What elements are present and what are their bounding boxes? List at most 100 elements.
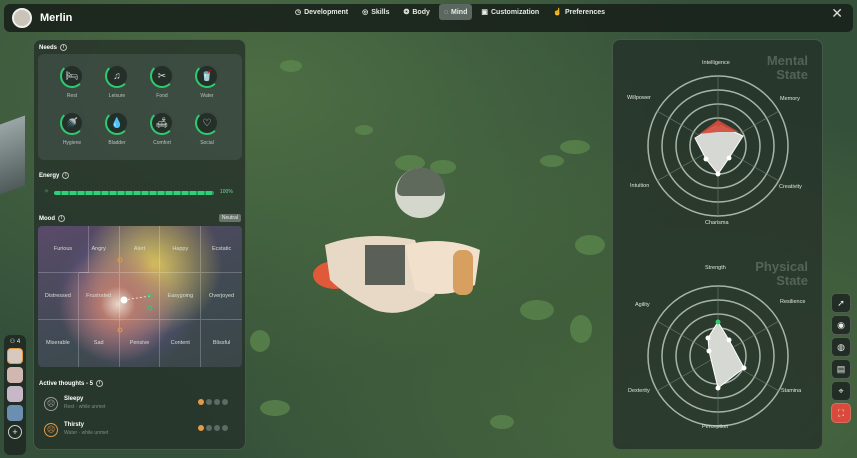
radar-label: Charisma bbox=[705, 220, 729, 226]
radar-point bbox=[715, 121, 721, 127]
thoughts-title: Active thoughts - 5 bbox=[39, 381, 94, 388]
info-icon[interactable]: i bbox=[62, 172, 70, 179]
sad-face-icon: ☹ bbox=[44, 423, 58, 437]
tab-mind[interactable]: ◌ Mind bbox=[438, 4, 473, 20]
need-leisure[interactable]: ♫ Leisure bbox=[97, 64, 137, 99]
tab-preferences[interactable]: ☝ Preferences bbox=[548, 4, 610, 20]
map-icon[interactable]: ▤ bbox=[831, 359, 851, 379]
radar-label: Perception bbox=[702, 424, 729, 430]
shirt-icon: ▣ bbox=[481, 9, 488, 16]
need-rest[interactable]: 🛏 Rest bbox=[52, 64, 92, 99]
radar-label: Dexterity bbox=[628, 388, 650, 394]
roster-count-value: 4 bbox=[16, 339, 21, 345]
radar-label: Intuition bbox=[630, 183, 650, 189]
roster-avatar[interactable] bbox=[7, 405, 23, 421]
thought-name: Sleepy bbox=[64, 396, 84, 402]
character-model[interactable] bbox=[305, 225, 485, 325]
info-icon[interactable]: i bbox=[60, 44, 68, 51]
need-label: Rest bbox=[66, 93, 78, 99]
person-icon: ⚇ bbox=[9, 339, 16, 345]
info-icon[interactable]: i bbox=[96, 380, 104, 387]
mood-title: Mood bbox=[39, 216, 55, 223]
radar-label: Agility bbox=[635, 302, 650, 308]
need-label: Comfort bbox=[153, 140, 171, 146]
character-avatar[interactable] bbox=[12, 8, 32, 28]
globe-icon[interactable]: ◍ bbox=[831, 337, 851, 357]
need-label: Water bbox=[200, 93, 214, 99]
energy-heading: Energy i bbox=[39, 172, 70, 179]
shower-icon: 🚿 bbox=[60, 111, 84, 135]
needs-heading: Needs i bbox=[39, 44, 68, 51]
need-water[interactable]: 🥤 Water bbox=[187, 64, 227, 99]
tab-skills[interactable]: ◎ Skills bbox=[357, 4, 394, 20]
radar-point bbox=[726, 155, 732, 161]
thought-source: Rest · while unmet bbox=[64, 404, 106, 410]
radar-label: Creativity bbox=[779, 184, 802, 190]
street-lamp bbox=[0, 115, 25, 195]
character-name: Merlin bbox=[40, 12, 73, 24]
thumbs-up-icon: ☝ bbox=[553, 9, 562, 16]
sad-face-icon: ☹ bbox=[44, 397, 58, 411]
mind-panel: Needs i 🛏 Rest ♫ Leisure ✂ Food 🥤 Water 🚿 Hygi… bbox=[33, 39, 246, 450]
tool-strip: ➚ ◉ ◍ ▤ ⌖ ⛶ bbox=[831, 293, 853, 423]
need-bladder[interactable]: 💧 Bladder bbox=[97, 111, 137, 146]
radar-label: Willpower bbox=[627, 95, 651, 101]
radar-label: Memory bbox=[780, 96, 800, 102]
leisure-icon: ♫ bbox=[105, 64, 129, 88]
need-label: Bladder bbox=[108, 140, 126, 146]
need-social[interactable]: ♡ Social bbox=[187, 111, 227, 146]
radar-point bbox=[715, 319, 721, 325]
eye-icon[interactable]: ◉ bbox=[831, 315, 851, 335]
mood-badge: Neutral bbox=[218, 214, 241, 222]
info-icon[interactable]: i bbox=[58, 215, 65, 222]
roster-avatar[interactable] bbox=[7, 386, 23, 402]
energy-bar bbox=[54, 191, 214, 195]
tab-label: Skills bbox=[371, 8, 390, 16]
thought-intensity bbox=[198, 425, 228, 431]
radar-point bbox=[726, 337, 732, 343]
brain-icon: ❂ bbox=[403, 9, 410, 16]
mood-heading: Mood i bbox=[39, 215, 65, 222]
radar-point bbox=[703, 156, 709, 162]
tab-bar: ◷ Development ◎ Skills ❂ Body ◌ Mind ▣ Custom… bbox=[290, 4, 610, 20]
thoughts-heading: Active thoughts - 5i bbox=[39, 380, 104, 388]
need-comfort[interactable]: 🛋 Comfort bbox=[142, 111, 182, 146]
bed-icon: 🛏 bbox=[60, 64, 84, 88]
title-line: Physical bbox=[755, 259, 808, 274]
sofa-icon: 🛋 bbox=[150, 111, 174, 135]
roster-avatar[interactable] bbox=[7, 367, 23, 383]
focus-icon[interactable]: ⛶ bbox=[831, 403, 851, 423]
close-button[interactable]: ✕ bbox=[831, 5, 843, 22]
need-label: Leisure bbox=[108, 93, 126, 99]
need-food[interactable]: ✂ Food bbox=[142, 64, 182, 99]
thought-item[interactable]: ☹ Thirsty Water · while unmet bbox=[40, 421, 240, 445]
radar-point bbox=[705, 335, 711, 341]
roster-count: ⚇ 4 bbox=[4, 338, 26, 345]
location-pin-icon[interactable]: ⌖ bbox=[831, 381, 851, 401]
physical-radar-chart bbox=[647, 285, 789, 427]
physical-shape bbox=[707, 321, 745, 389]
tab-customization[interactable]: ▣ Customization bbox=[476, 4, 544, 20]
needs-grid: 🛏 Rest ♫ Leisure ✂ Food 🥤 Water 🚿 Hygiene 💧 Bl… bbox=[38, 54, 242, 160]
need-hygiene[interactable]: 🚿 Hygiene bbox=[52, 111, 92, 146]
cursor-icon[interactable]: ➚ bbox=[831, 293, 851, 313]
radar-point bbox=[715, 171, 721, 177]
tab-body[interactable]: ❂ Body bbox=[398, 4, 434, 20]
food-icon: ✂ bbox=[150, 64, 174, 88]
thought-source: Water · while unmet bbox=[64, 430, 109, 436]
mood-markers bbox=[117, 257, 153, 333]
radar-label: Resilience bbox=[780, 299, 806, 305]
energy-icon: ✧ bbox=[44, 189, 50, 195]
roster-avatar[interactable] bbox=[7, 348, 23, 364]
tab-label: Mind bbox=[451, 8, 468, 16]
mood-marker bbox=[147, 305, 153, 311]
tab-development[interactable]: ◷ Development bbox=[290, 4, 353, 20]
thought-item[interactable]: ☹ Sleepy Rest · while unmet bbox=[40, 395, 240, 419]
radar-label: Intelligence bbox=[702, 60, 730, 66]
state-panel: Mental State Intelligence Memory Creativi… bbox=[612, 39, 823, 450]
radar-label: Strength bbox=[705, 265, 726, 271]
add-character-button[interactable]: + bbox=[8, 425, 22, 439]
mood-grid[interactable]: Furious Angry Alert Happy Ecstatic Distr… bbox=[38, 226, 242, 367]
radar-point bbox=[706, 348, 712, 354]
radar-point bbox=[715, 385, 721, 391]
